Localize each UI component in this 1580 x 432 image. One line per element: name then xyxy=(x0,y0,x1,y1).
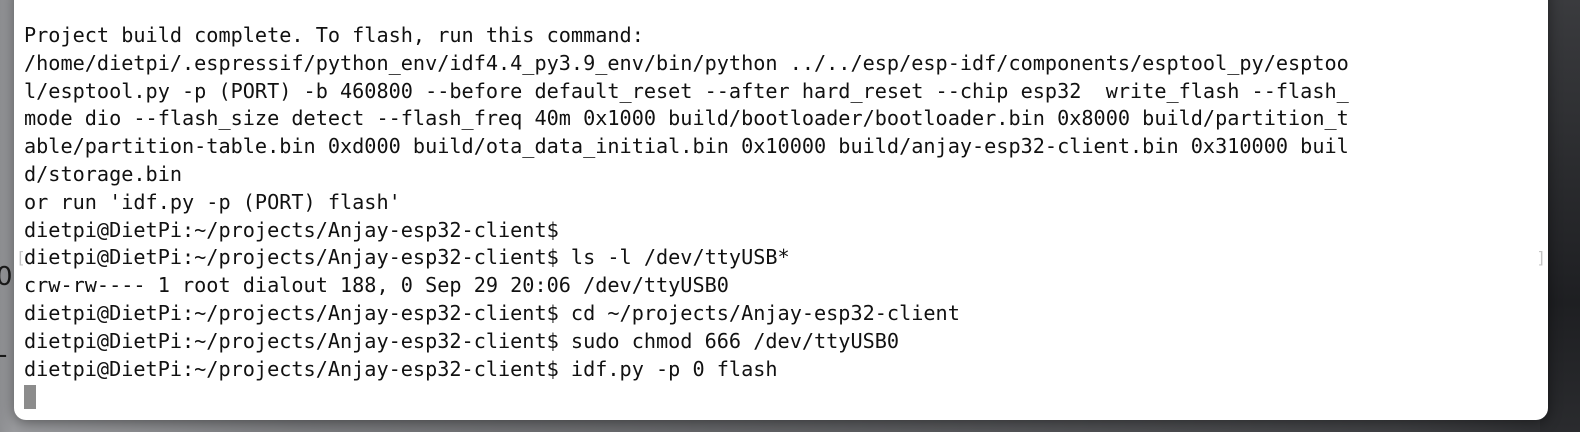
terminal-window[interactable]: Project build complete. To flash, run th… xyxy=(14,0,1548,420)
terminal-line: able/partition-table.bin 0xd000 build/ot… xyxy=(24,134,1349,159)
terminal-prompt-line: dietpi@DietPi:~/projects/Anjay-esp32-cli… xyxy=(24,245,790,270)
bracket-mark-left: [ xyxy=(16,248,26,267)
terminal-line: mode dio --flash_size detect --flash_fre… xyxy=(24,106,1349,131)
terminal-prompt-line: dietpi@DietPi:~/projects/Anjay-esp32-cli… xyxy=(24,300,960,325)
bracket-mark-right: ] xyxy=(1536,248,1546,267)
terminal-line: /home/dietpi/.espressif/python_env/idf4.… xyxy=(24,50,1349,75)
text-cursor xyxy=(24,385,36,410)
terminal-line: Project build complete. To flash, run th… xyxy=(24,23,644,47)
terminal-line: d/storage.bin xyxy=(24,161,183,186)
background-window-glyph: 0 xyxy=(0,262,13,292)
terminal-line: or run 'idf.py -p (PORT) flash' xyxy=(24,189,401,214)
terminal-line: l/esptool.py -p (PORT) -b 460800 --befor… xyxy=(24,78,1349,103)
terminal-prompt-line: dietpi@DietPi:~/projects/Anjay-esp32-cli… xyxy=(24,328,900,353)
terminal-output[interactable]: Project build complete. To flash, run th… xyxy=(24,22,1544,411)
terminal-input-line[interactable] xyxy=(24,383,1544,411)
terminal-prompt-line: dietpi@DietPi:~/projects/Anjay-esp32-cli… xyxy=(24,217,559,242)
background-window-glyph-dash: - xyxy=(0,340,7,370)
terminal-prompt-line: dietpi@DietPi:~/projects/Anjay-esp32-cli… xyxy=(24,356,778,381)
terminal-line: crw-rw---- 1 root dialout 188, 0 Sep 29 … xyxy=(24,273,729,298)
